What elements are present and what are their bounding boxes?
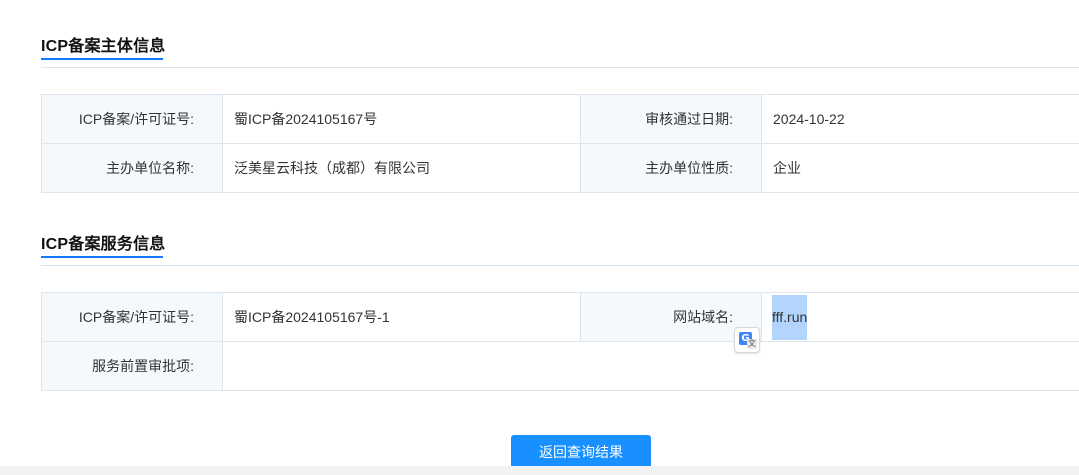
back-to-results-button[interactable]: 返回查询结果: [511, 435, 651, 469]
website-domain-cell: fff.run: [761, 292, 1079, 342]
subject-section-title: ICP备案主体信息: [41, 38, 166, 55]
subject-info-table: ICP备案/许可证号: 蜀ICP备2024105167号 审核通过日期: 202…: [41, 94, 1079, 193]
service-info-table: ICP备案/许可证号: 蜀ICP备2024105167号-1 网站域名: fff…: [41, 292, 1079, 391]
organizer-type-value: 企业: [761, 143, 1079, 193]
table-row: 服务前置审批项:: [41, 341, 1079, 391]
subject-section-title-underline: [41, 58, 163, 60]
service-section-divider: [41, 265, 1079, 266]
approval-date-value: 2024-10-22: [761, 94, 1079, 144]
organizer-name-label: 主办单位名称:: [41, 143, 223, 193]
table-row: ICP备案/许可证号: 蜀ICP备2024105167号 审核通过日期: 202…: [41, 94, 1079, 144]
pre-approval-value: [222, 341, 1079, 391]
service-license-number-value: 蜀ICP备2024105167号-1: [222, 292, 581, 342]
organizer-type-label: 主办单位性质:: [580, 143, 762, 193]
table-row: ICP备案/许可证号: 蜀ICP备2024105167号-1 网站域名: fff…: [41, 292, 1079, 342]
icp-record-page: ICP备案主体信息 ICP备案/许可证号: 蜀ICP备2024105167号 审…: [0, 0, 1079, 475]
organizer-name-value: 泛美星云科技（成都）有限公司: [222, 143, 581, 193]
translate-wen-glyph: 文: [747, 339, 757, 349]
website-domain-value[interactable]: fff.run: [772, 295, 808, 340]
service-license-number-label: ICP备案/许可证号:: [41, 292, 223, 342]
pre-approval-label: 服务前置审批项:: [41, 341, 223, 391]
license-number-label: ICP备案/许可证号:: [41, 94, 223, 144]
service-section-title: ICP备案服务信息: [41, 236, 166, 253]
table-row: 主办单位名称: 泛美星云科技（成都）有限公司 主办单位性质: 企业: [41, 143, 1079, 193]
license-number-value: 蜀ICP备2024105167号: [222, 94, 581, 144]
approval-date-label: 审核通过日期:: [580, 94, 762, 144]
subject-section-divider: [41, 67, 1079, 68]
google-translate-icon[interactable]: G 文: [734, 327, 760, 353]
service-section-title-underline: [41, 256, 163, 258]
bottom-bar: [0, 466, 1079, 475]
